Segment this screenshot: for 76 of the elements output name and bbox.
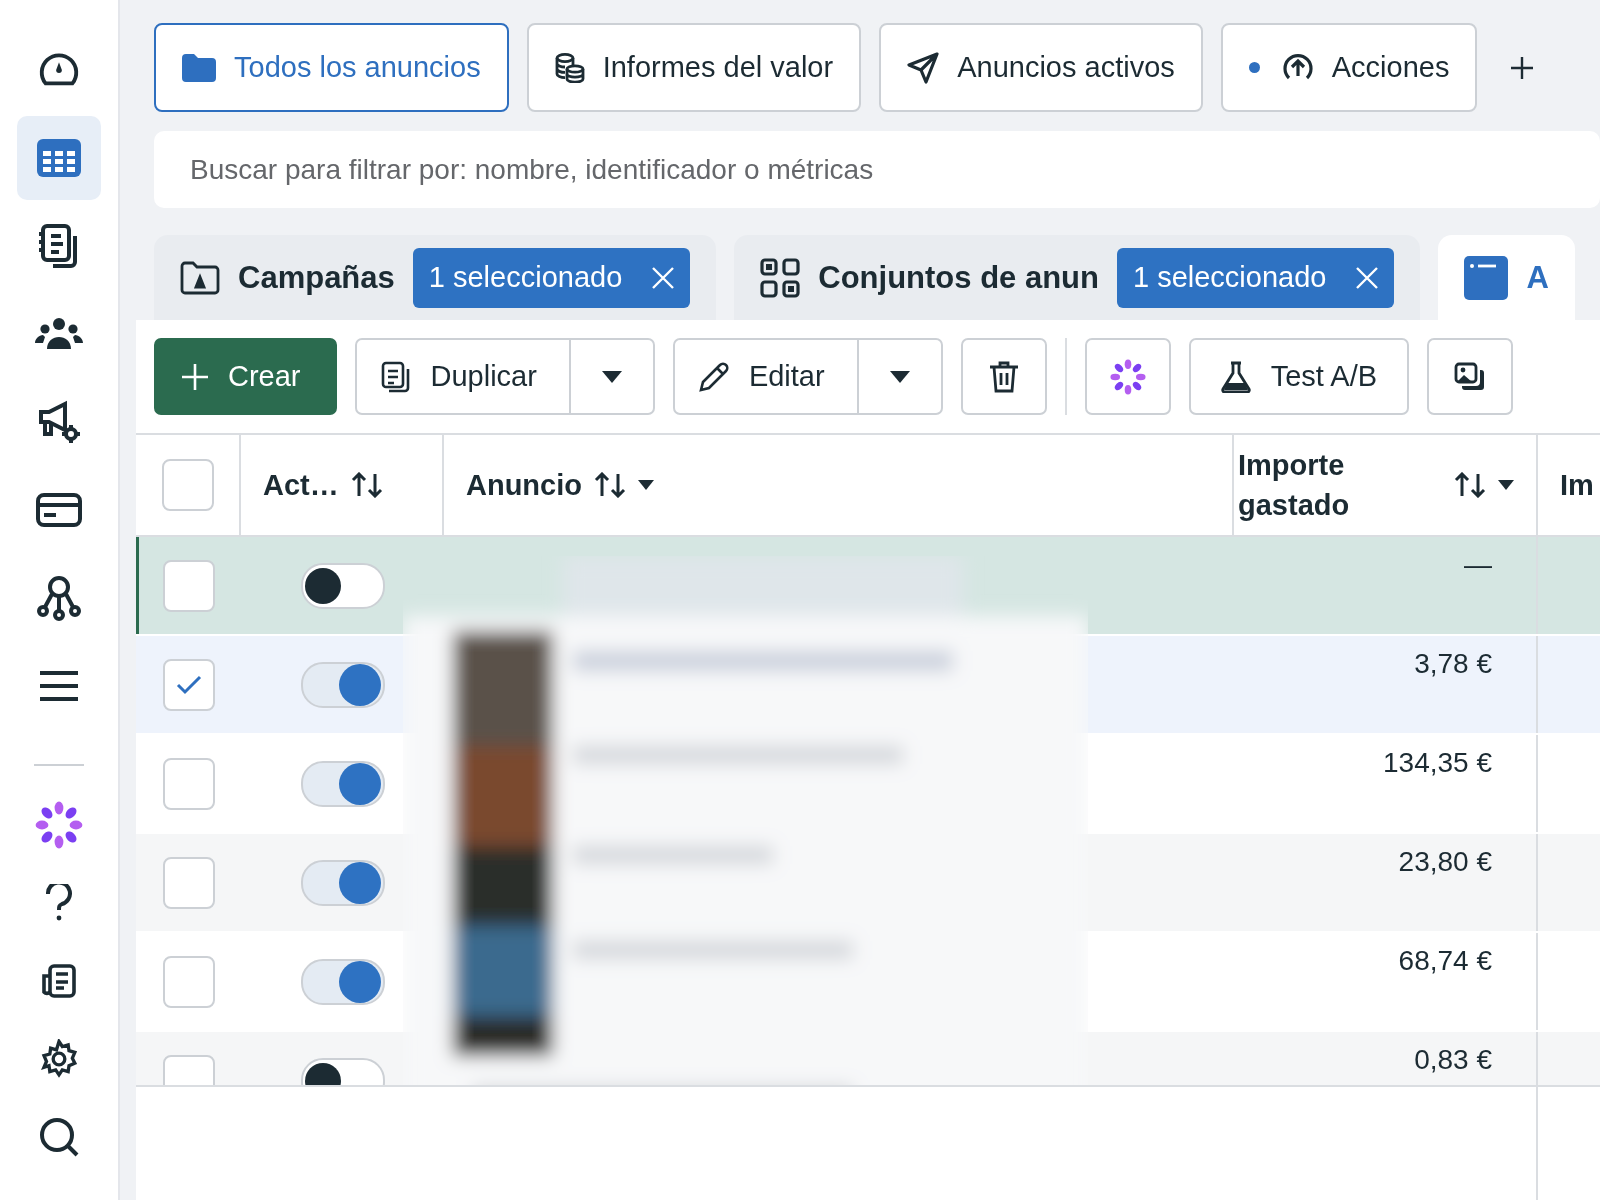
send-icon xyxy=(907,51,940,84)
grid-icon xyxy=(760,257,801,298)
tab[interactable]: Anuncios activos xyxy=(879,23,1203,112)
level-title: A xyxy=(1526,259,1549,296)
tab[interactable]: Todos los anuncios xyxy=(154,23,509,112)
caret-icon[interactable] xyxy=(1498,480,1514,490)
table-cell: 23,80 € xyxy=(1234,834,1538,931)
close-icon[interactable] xyxy=(652,266,675,289)
caret-icon xyxy=(601,370,622,383)
level-title: Conjuntos de anun xyxy=(818,259,1099,296)
folder-icon xyxy=(182,53,216,82)
level-title: Campañas xyxy=(238,259,395,296)
column-header[interactable]: Act… xyxy=(263,468,339,502)
flower-icon xyxy=(1109,358,1146,395)
column-header[interactable]: Importe gastado xyxy=(1238,445,1368,525)
menu-icon xyxy=(40,671,78,701)
duplicate-icon xyxy=(380,360,411,393)
delete-button[interactable] xyxy=(960,338,1047,415)
level-tab[interactable]: A xyxy=(1438,235,1575,320)
sort-icon[interactable] xyxy=(1454,472,1486,498)
toggle-switch[interactable] xyxy=(300,661,385,708)
tab[interactable]: Informes del valor xyxy=(526,23,862,112)
ai-button[interactable] xyxy=(1084,338,1171,415)
credit-card-icon xyxy=(36,493,82,527)
column-header[interactable]: Im xyxy=(1560,468,1594,502)
trash-icon xyxy=(989,360,1018,393)
check-icon xyxy=(175,674,202,695)
checkbox[interactable] xyxy=(162,757,215,810)
caret-icon[interactable] xyxy=(638,480,654,490)
toggle-switch[interactable] xyxy=(300,760,385,807)
help-icon xyxy=(46,884,72,922)
table-cell: 68,74 € xyxy=(1234,933,1538,1030)
selection-chip: 1 seleccionado xyxy=(412,247,691,308)
media-button[interactable] xyxy=(1427,338,1514,415)
people-icon xyxy=(35,317,83,351)
network-icon xyxy=(36,575,82,621)
settings-icon xyxy=(39,1039,79,1079)
create-button[interactable]: Crear xyxy=(154,338,337,415)
edit-button[interactable]: Editar xyxy=(672,338,859,415)
selection-chip: 1 seleccionado xyxy=(1117,247,1395,308)
search-icon xyxy=(39,1117,79,1157)
level-tab[interactable]: Conjuntos de anun 1 seleccionado xyxy=(734,235,1421,320)
megaphone-gear-icon xyxy=(37,400,81,444)
column-header[interactable]: Anuncio xyxy=(466,468,582,502)
ad-icon xyxy=(1464,255,1509,300)
sort-icon[interactable] xyxy=(594,472,626,498)
caret-icon xyxy=(889,370,910,383)
close-icon[interactable] xyxy=(1356,266,1379,289)
pencil-icon xyxy=(698,361,729,392)
checkbox[interactable] xyxy=(161,459,214,511)
table-cell: 0,83 € xyxy=(1234,1032,1538,1085)
plus-icon xyxy=(182,363,208,390)
toggle-switch[interactable] xyxy=(300,958,385,1005)
duplicate-button[interactable]: Duplicar xyxy=(354,338,571,415)
checkbox[interactable] xyxy=(162,559,215,612)
table-cell: 134,35 € xyxy=(1234,735,1538,832)
images-icon xyxy=(1454,361,1487,392)
folder-icon xyxy=(180,260,220,295)
newspaper-icon xyxy=(42,964,76,998)
checkbox[interactable] xyxy=(162,955,215,1008)
ab-test-button[interactable]: Test A/B xyxy=(1188,338,1410,415)
flower-icon xyxy=(35,801,83,849)
status-dot-icon xyxy=(1248,62,1260,73)
level-tab[interactable]: Campañas 1 seleccionado xyxy=(154,235,717,320)
search-field[interactable]: Buscar para filtrar por: nombre, identificador o métricas xyxy=(154,131,1600,208)
tab[interactable]: Acciones xyxy=(1220,23,1478,112)
table-icon xyxy=(37,139,81,177)
flask-icon xyxy=(1220,360,1251,393)
toggle-switch[interactable] xyxy=(300,562,385,609)
table-cell: 3,78 € xyxy=(1234,636,1538,733)
table-cell: — xyxy=(1234,537,1538,634)
toggle-switch[interactable] xyxy=(300,859,385,906)
checkbox[interactable] xyxy=(162,856,215,909)
sort-icon[interactable] xyxy=(350,472,383,498)
checkbox[interactable] xyxy=(162,658,215,711)
coins-icon xyxy=(554,52,585,83)
